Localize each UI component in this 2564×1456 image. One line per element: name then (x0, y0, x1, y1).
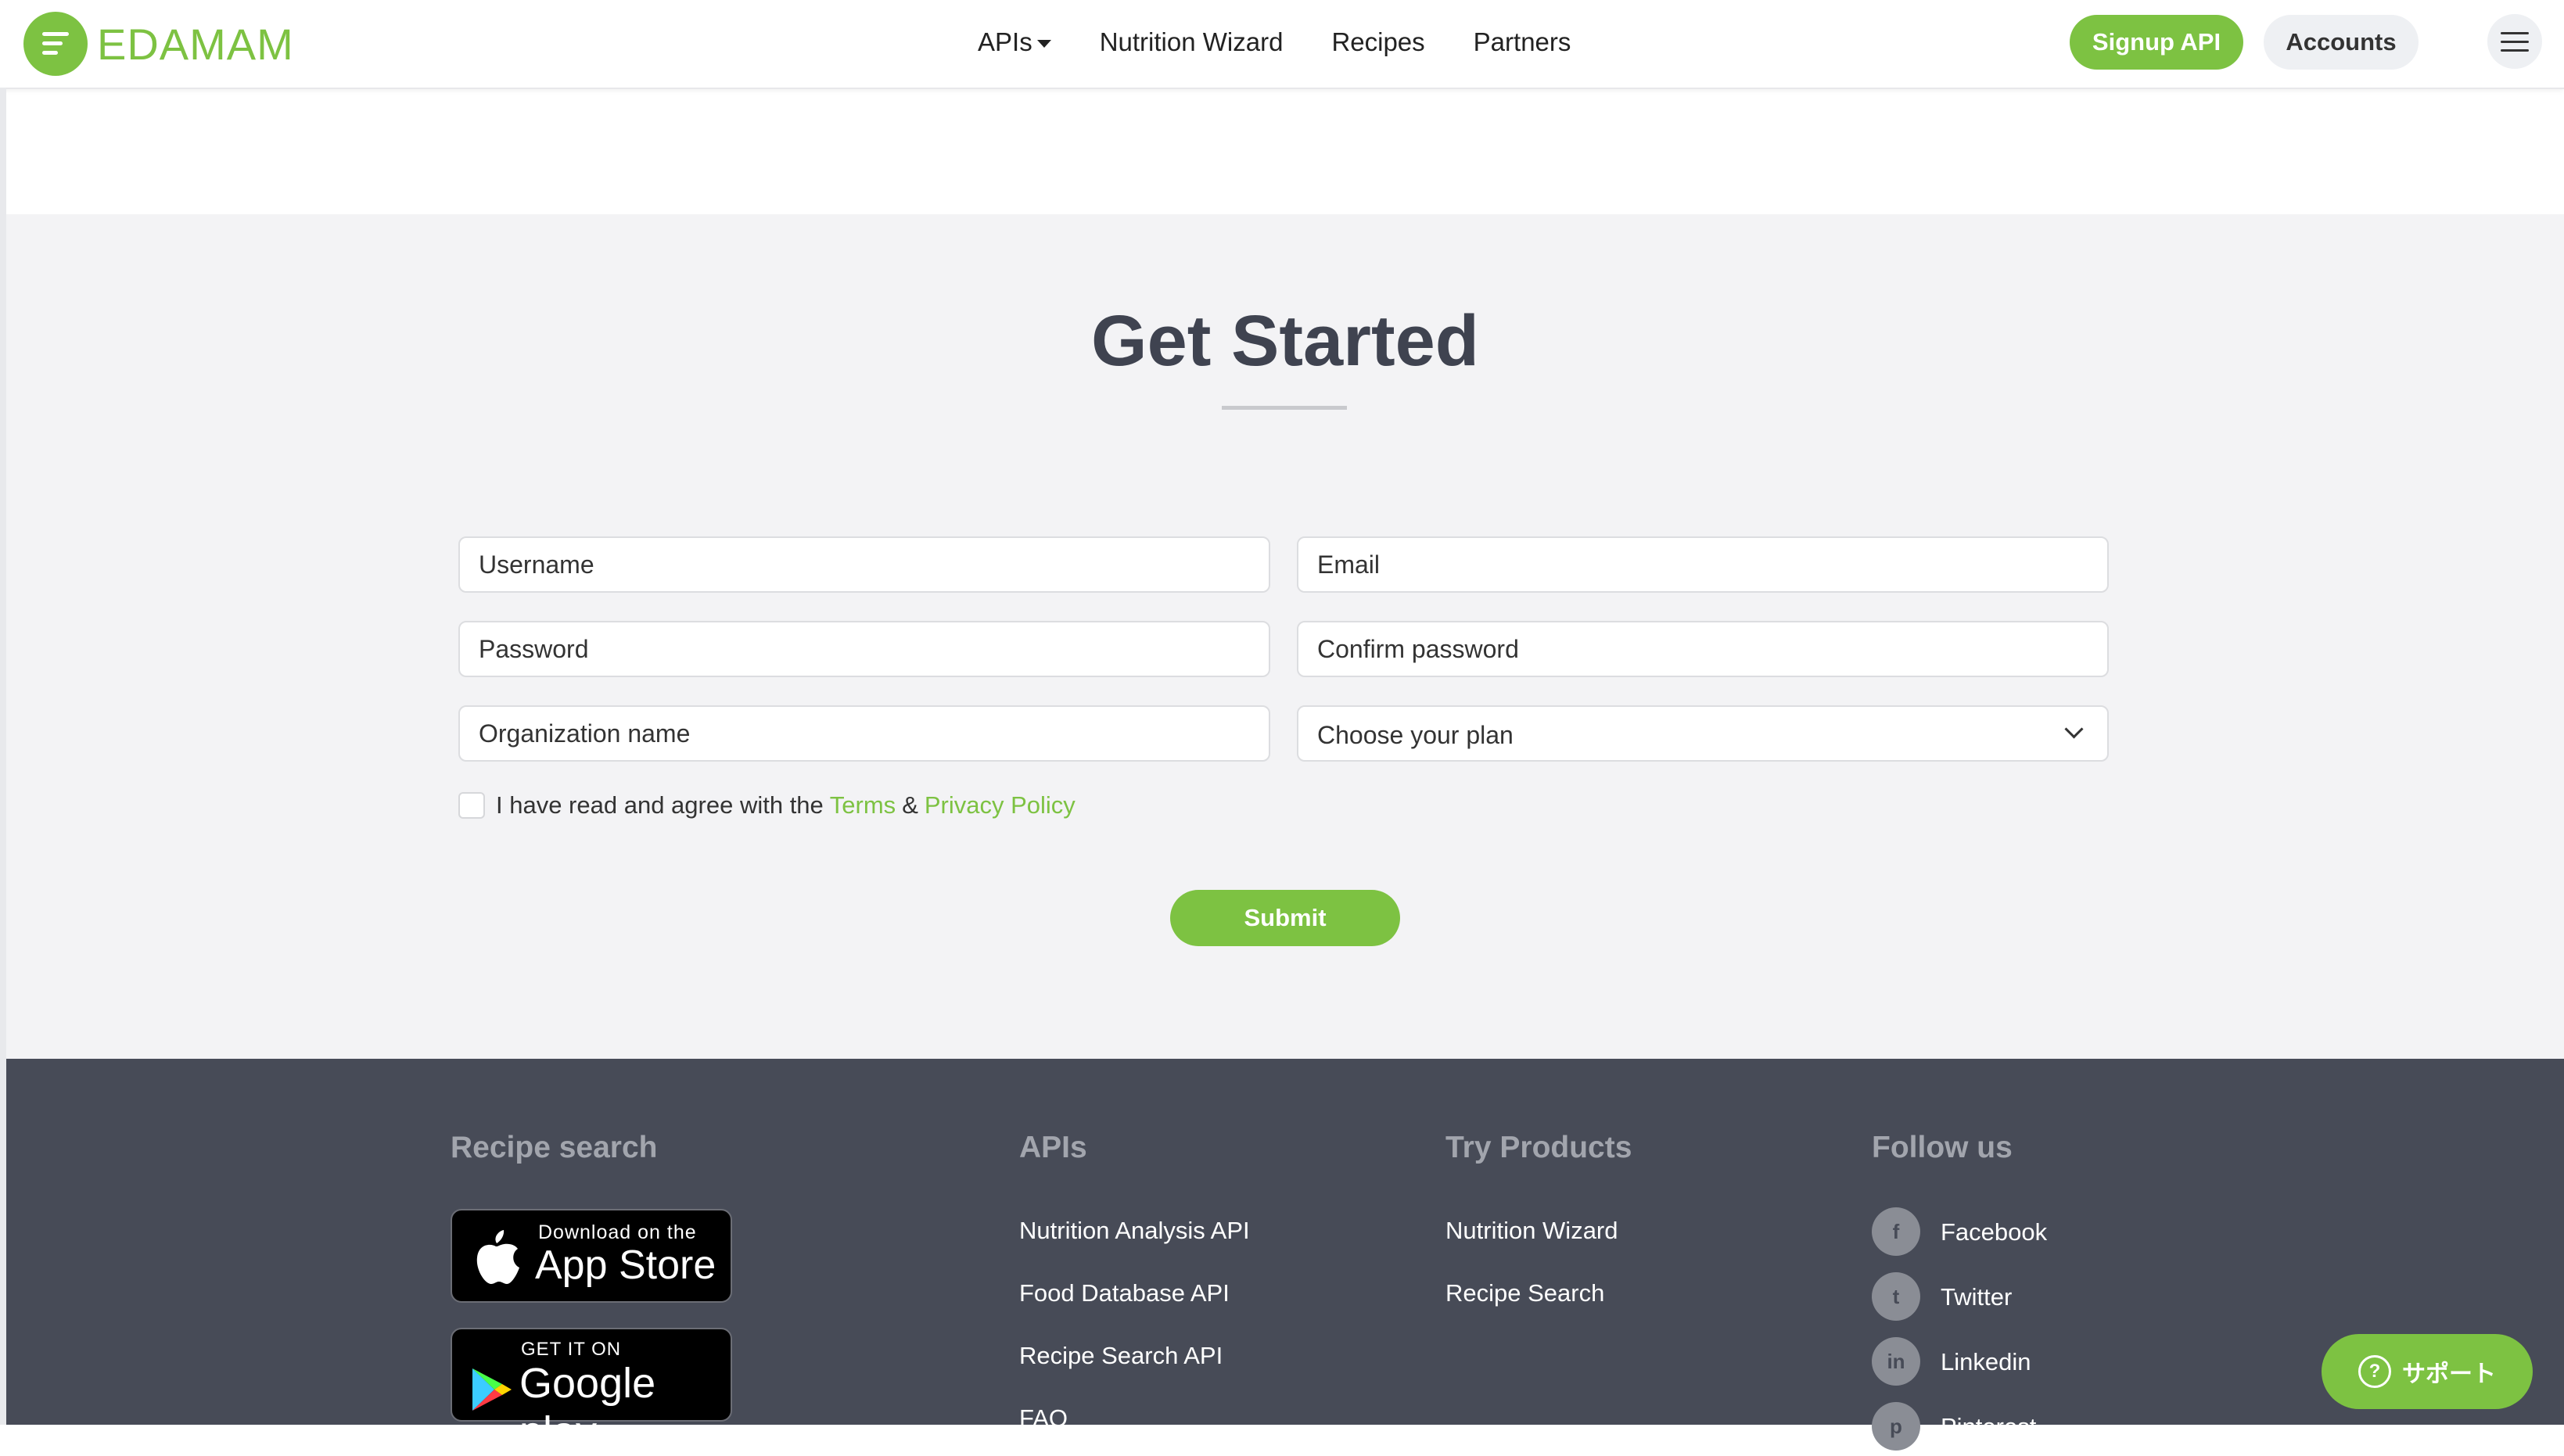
footer-heading-try-products: Try Products (1445, 1131, 1632, 1164)
footer-link-recipe-search[interactable]: Recipe Search (1445, 1279, 1604, 1307)
footer-heading-follow-us: Follow us (1872, 1131, 2013, 1164)
submit-button[interactable]: Submit (1170, 890, 1400, 946)
google-play-small-text: GET IT ON (521, 1339, 622, 1360)
google-play-badge[interactable]: GET IT ON Google play (451, 1328, 732, 1455)
footer-link-pinterest[interactable]: Pinterest (1941, 1413, 2036, 1441)
help-circle-icon: ? (2358, 1355, 2391, 1388)
terms-link[interactable]: Terms (830, 791, 896, 819)
signup-api-button[interactable]: Signup API (2070, 15, 2243, 70)
footer-link-nutrition-wizard[interactable]: Nutrition Wizard (1445, 1217, 1618, 1245)
nav-nutrition-wizard[interactable]: Nutrition Wizard (1100, 27, 1284, 57)
linkedin-icon[interactable]: in (1872, 1337, 1920, 1386)
signup-section: Get Started Choose your plan I have read… (6, 214, 2564, 1059)
logo-icon (23, 12, 88, 76)
support-button[interactable]: ? サポート (2322, 1334, 2533, 1409)
hamburger-menu-icon[interactable] (2487, 14, 2542, 69)
main-nav: APIs Nutrition Wizard Recipes Partners (978, 0, 1619, 84)
footer-heading-recipe-search: Recipe search (451, 1131, 658, 1164)
facebook-icon[interactable]: f (1872, 1207, 1920, 1256)
caret-down-icon (1036, 40, 1051, 48)
twitter-icon[interactable]: t (1872, 1272, 1920, 1321)
privacy-policy-link[interactable]: Privacy Policy (925, 791, 1076, 819)
nav-apis[interactable]: APIs (978, 27, 1051, 57)
title-divider (1222, 406, 1347, 410)
app-store-badge[interactable]: Download on the App Store (451, 1209, 732, 1303)
footer-link-twitter[interactable]: Twitter (1941, 1283, 2012, 1311)
plan-select-value: Choose your plan (1317, 721, 1514, 749)
edamam-logo[interactable]: EDAMAM (23, 8, 294, 80)
ampersand-text: & (902, 791, 918, 819)
google-play-big-text: Google play (519, 1360, 656, 1455)
footer-col-recipe-search: Recipe search (451, 1131, 658, 1165)
plan-select[interactable]: Choose your plan (1297, 705, 2109, 762)
chevron-down-icon (2064, 719, 2084, 739)
confirm-password-input[interactable] (1297, 621, 2109, 677)
username-input[interactable] (458, 536, 1270, 593)
organization-input[interactable] (458, 705, 1270, 762)
nav-partners[interactable]: Partners (1474, 27, 1571, 57)
footer: Recipe search Download on the App Store … (6, 1059, 2564, 1455)
app-store-small-text: Download on the (538, 1221, 697, 1243)
footer-link-linkedin[interactable]: Linkedin (1941, 1348, 2031, 1376)
email-input[interactable] (1297, 536, 2109, 593)
accounts-button[interactable]: Accounts (2264, 15, 2419, 70)
top-navbar: EDAMAM APIs Nutrition Wizard Recipes Par… (0, 0, 2564, 89)
footer-link-food-database-api[interactable]: Food Database API (1019, 1279, 1230, 1307)
google-play-icon (472, 1368, 512, 1411)
footer-link-facebook[interactable]: Facebook (1941, 1218, 2047, 1246)
password-input[interactable] (458, 621, 1270, 677)
footer-col-follow-us: Follow us (1872, 1131, 2013, 1165)
footer-link-nutrition-analysis-api[interactable]: Nutrition Analysis API (1019, 1217, 1250, 1245)
footer-col-apis: APIs (1019, 1131, 1087, 1165)
footer-heading-apis: APIs (1019, 1131, 1087, 1164)
pinterest-icon[interactable]: p (1872, 1402, 1920, 1451)
terms-agreement: I have read and agree with the Terms & P… (458, 791, 1082, 819)
logo-text: EDAMAM (97, 19, 294, 69)
page-title: Get Started (1091, 301, 1479, 381)
footer-col-try-products: Try Products (1445, 1131, 1632, 1165)
support-label: サポート (2402, 1361, 2496, 1387)
app-store-big-text: App Store (535, 1243, 716, 1288)
agree-checkbox[interactable] (458, 792, 485, 819)
nav-recipes[interactable]: Recipes (1331, 27, 1424, 57)
apple-icon (476, 1230, 519, 1284)
agree-text: I have read and agree with the (496, 791, 824, 819)
footer-link-faq[interactable]: FAQ (1019, 1404, 1068, 1433)
left-edge (0, 88, 6, 1425)
footer-link-recipe-search-api[interactable]: Recipe Search API (1019, 1342, 1223, 1370)
